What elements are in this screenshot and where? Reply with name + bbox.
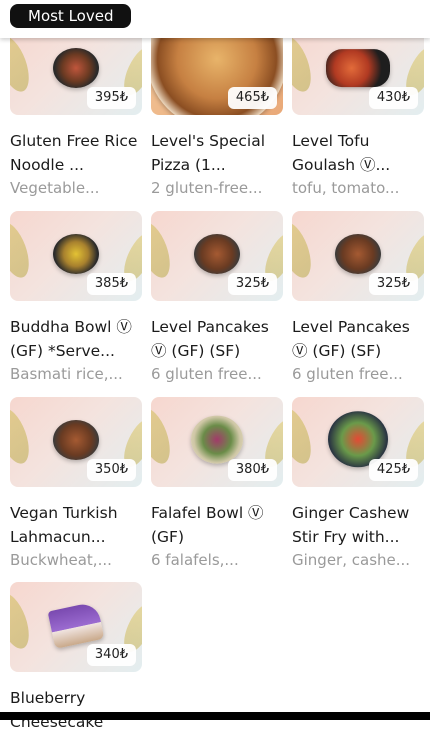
menu-item-image[interactable]: 425₺: [292, 397, 424, 487]
menu-item-image[interactable]: 465₺: [151, 25, 283, 115]
menu-item-card[interactable]: 395₺ Gluten Free Rice Noodle ... Vegetab…: [10, 25, 142, 199]
leaf-decoration-icon: [10, 218, 36, 282]
menu-item-card[interactable]: 385₺ Buddha Bowl Ⓥ (GF) *Serve... Basmat…: [10, 211, 142, 385]
menu-item-name[interactable]: Level Pancakes Ⓥ (GF) (SF): [292, 315, 424, 363]
menu-item-card[interactable]: 430₺ Level Tofu Goulash Ⓥ... tofu, tomat…: [292, 25, 424, 199]
menu-item-name[interactable]: Falafel Bowl Ⓥ (GF): [151, 501, 283, 549]
section-header-bar: Most Loved: [0, 0, 430, 38]
leaf-decoration-icon: [151, 218, 177, 282]
menu-item-image[interactable]: 325₺: [292, 211, 424, 301]
menu-item-card[interactable]: 465₺ Level's Special Pizza (1... 2 glute…: [151, 25, 283, 199]
leaf-decoration-icon: [151, 404, 177, 468]
menu-item-image[interactable]: 430₺: [292, 25, 424, 115]
bowl-icon: [53, 234, 99, 274]
menu-item-card[interactable]: 425₺ Ginger Cashew Stir Fry with... Ging…: [292, 397, 424, 571]
lahmacun-icon: [53, 420, 99, 460]
menu-item-card[interactable]: 380₺ Falafel Bowl Ⓥ (GF) 6 falafels,...: [151, 397, 283, 571]
leaf-decoration-icon: [292, 404, 318, 468]
menu-grid: 395₺ Gluten Free Rice Noodle ... Vegetab…: [0, 0, 430, 731]
menu-item-card[interactable]: 350₺ Vegan Turkish Lahmacun... Buckwheat…: [10, 397, 142, 571]
menu-item-image[interactable]: 350₺: [10, 397, 142, 487]
pancakes-icon: [335, 234, 381, 274]
menu-item-card[interactable]: 325₺ Level Pancakes Ⓥ (GF) (SF) 6 gluten…: [292, 211, 424, 385]
price-badge: 395₺: [86, 87, 136, 109]
menu-item-description: Ginger, cashe...: [292, 551, 411, 569]
price-badge: 465₺: [227, 87, 277, 109]
price-badge: 380₺: [227, 459, 277, 481]
menu-item-name[interactable]: Blueberry Cheesecake: [10, 686, 142, 734]
sizzling-pan-icon: [326, 49, 390, 88]
menu-item-description: Buckwheat,...: [10, 551, 112, 569]
menu-item-name[interactable]: Level Pancakes Ⓥ (GF) (SF): [151, 315, 283, 363]
menu-item-description: 6 gluten free...: [151, 365, 262, 383]
navigation-bar: [0, 712, 430, 720]
leaf-decoration-icon: [10, 404, 36, 468]
menu-item-card[interactable]: 325₺ Level Pancakes Ⓥ (GF) (SF) 6 gluten…: [151, 211, 283, 385]
noodle-dish-icon: [53, 48, 99, 88]
price-badge: 430₺: [368, 87, 418, 109]
menu-item-name[interactable]: Level Tofu Goulash Ⓥ...: [292, 129, 424, 177]
leaf-decoration-icon: [292, 32, 318, 96]
menu-item-description: tofu, tomato...: [292, 179, 400, 197]
menu-item-description: Basmati rice,...: [10, 365, 123, 383]
menu-item-description: 6 falafels,...: [151, 551, 239, 569]
menu-item-description: 6 gluten free...: [292, 365, 403, 383]
leaf-decoration-icon: [292, 218, 318, 282]
leaf-decoration-icon: [10, 32, 36, 96]
menu-item-image[interactable]: 385₺: [10, 211, 142, 301]
price-badge: 325₺: [227, 273, 277, 295]
falafel-bowl-icon: [191, 415, 243, 464]
leaf-decoration-icon: [10, 589, 36, 653]
cheesecake-icon: [47, 601, 105, 649]
menu-item-description: Vegetable...: [10, 179, 100, 197]
menu-item-image[interactable]: 340₺: [10, 582, 142, 672]
menu-item-name[interactable]: Vegan Turkish Lahmacun...: [10, 501, 142, 549]
price-badge: 325₺: [368, 273, 418, 295]
menu-item-name[interactable]: Gluten Free Rice Noodle ...: [10, 129, 142, 177]
menu-item-image[interactable]: 325₺: [151, 211, 283, 301]
price-badge: 425₺: [368, 459, 418, 481]
price-badge: 350₺: [86, 459, 136, 481]
menu-item-description: 2 gluten-free...: [151, 179, 263, 197]
menu-item-name[interactable]: Buddha Bowl Ⓥ (GF) *Serve...: [10, 315, 142, 363]
menu-item-image[interactable]: 395₺: [10, 25, 142, 115]
price-badge: 340₺: [86, 644, 136, 666]
menu-item-name[interactable]: Ginger Cashew Stir Fry with...: [292, 501, 424, 549]
menu-item-name[interactable]: Level's Special Pizza (1...: [151, 129, 283, 177]
pancakes-icon: [194, 234, 240, 274]
price-badge: 385₺: [86, 273, 136, 295]
section-tab-most-loved[interactable]: Most Loved: [10, 4, 132, 28]
menu-item-image[interactable]: 380₺: [151, 397, 283, 487]
